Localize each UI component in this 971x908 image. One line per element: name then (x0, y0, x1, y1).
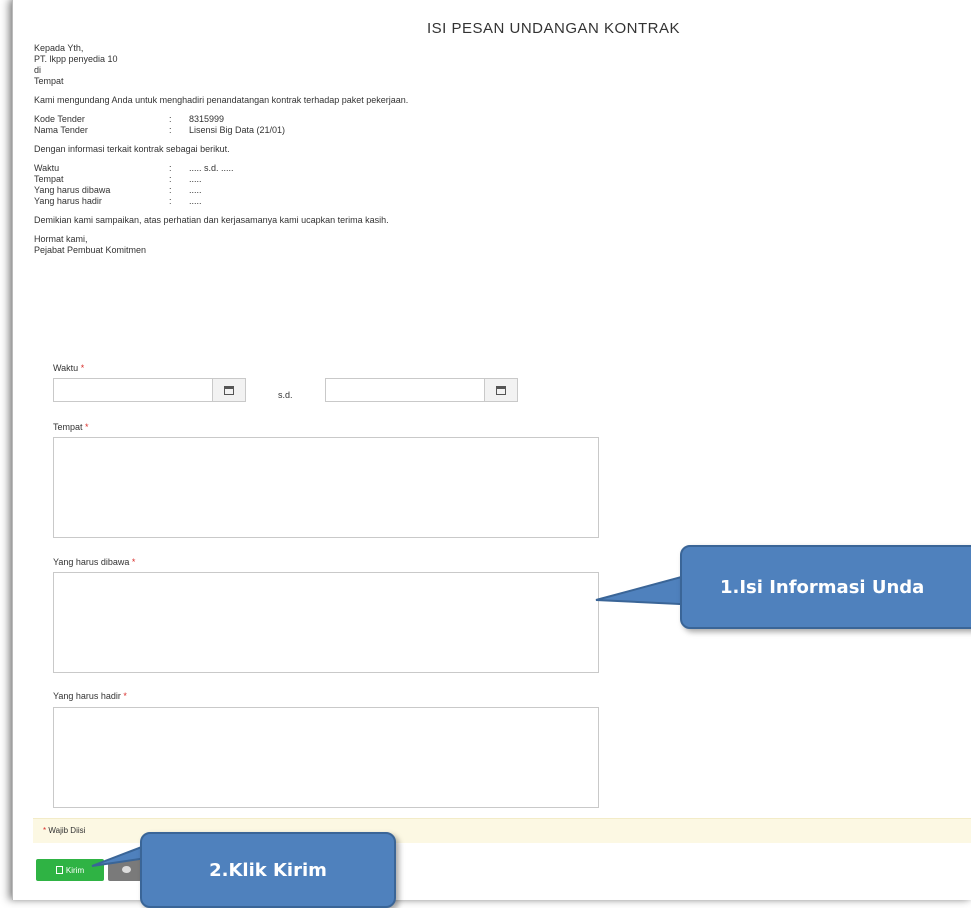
waktu-field-label-text: Waktu (53, 363, 79, 373)
required-mark: * (131, 557, 136, 567)
required-mark: * (85, 422, 89, 432)
letter-waktu-row: Waktu : ..... s.d. ..... (34, 164, 408, 175)
waktu-sep: : (169, 163, 172, 173)
required-note: * Wajib Diisi (43, 826, 85, 835)
dibawa-textarea[interactable] (53, 572, 599, 673)
dibawa-sep: : (169, 185, 172, 195)
required-mark: * (43, 826, 47, 835)
letter-hadir-row: Yang harus hadir : ..... (34, 197, 408, 208)
hadir-value: ..... (189, 196, 202, 206)
hadir-textarea[interactable] (53, 707, 599, 808)
kode-sep: : (169, 114, 172, 124)
kirim-button-label: Kirim (65, 865, 85, 875)
tempat-field-label: Tempat * (53, 422, 89, 432)
letter-intro: Kami mengundang Anda untuk menghadiri pe… (34, 95, 409, 105)
calendar-icon (496, 385, 506, 395)
required-note-text: Wajib Diisi (48, 826, 86, 835)
letter-company: PT. lkpp penyedia 10 (34, 54, 118, 64)
letter-signer: Pejabat Pembuat Komitmen (34, 245, 147, 255)
hadir-sep: : (169, 196, 172, 206)
dibawa-field-label: Yang harus dibawa * (53, 557, 135, 567)
waktu-start-calendar-button[interactable] (212, 378, 246, 402)
hadir-field-label: Yang harus hadir * (53, 691, 127, 701)
kirim-button[interactable]: Kirim (36, 859, 104, 881)
tempat-textarea[interactable] (53, 437, 599, 538)
save-icon (55, 866, 63, 874)
nama-value: Lisensi Big Data (21/01) (189, 125, 286, 135)
required-mark: * (80, 363, 85, 373)
letter-info-intro: Dengan informasi terkait kontrak sebagai… (34, 144, 230, 154)
nama-label: Nama Tender (34, 125, 88, 135)
tempat-field-label-text: Tempat (53, 422, 83, 432)
dibawa-field-label-text: Yang harus dibawa (53, 557, 130, 567)
eye-icon (122, 866, 131, 873)
calendar-icon (224, 385, 234, 395)
sd-label: s.d. (278, 390, 293, 400)
required-mark: * (123, 691, 127, 701)
callout-step-2: 2.Klik Kirim (140, 832, 396, 908)
callout-step-2-text: 2.Klik Kirim (209, 859, 327, 881)
hadir-label: Yang harus hadir (34, 196, 102, 206)
waktu-end-input[interactable] (325, 378, 485, 402)
letter-closing: Demikian kami sampaikan, atas perhatian … (34, 215, 389, 225)
callout-step-1-text: 1.Isi Informasi Unda (720, 576, 925, 598)
letter-nama-row: Nama Tender : Lisensi Big Data (21/01) (34, 126, 408, 137)
nama-sep: : (169, 125, 172, 135)
letter-tempat: Tempat (34, 76, 64, 86)
waktu-field-label: Waktu * (53, 363, 84, 373)
page-title: ISI PESAN UNDANGAN KONTRAK (426, 20, 681, 37)
waktu-start-input[interactable] (53, 378, 213, 402)
letter-preview: Kepada Yth, PT. lkpp penyedia 10 di Temp… (34, 44, 408, 257)
callout-step-1: 1.Isi Informasi Unda (680, 545, 971, 629)
waktu-end-calendar-button[interactable] (484, 378, 518, 402)
hadir-field-label-text: Yang harus hadir (53, 691, 121, 701)
tempat-sep: : (169, 174, 172, 184)
letter-di: di (34, 65, 42, 75)
